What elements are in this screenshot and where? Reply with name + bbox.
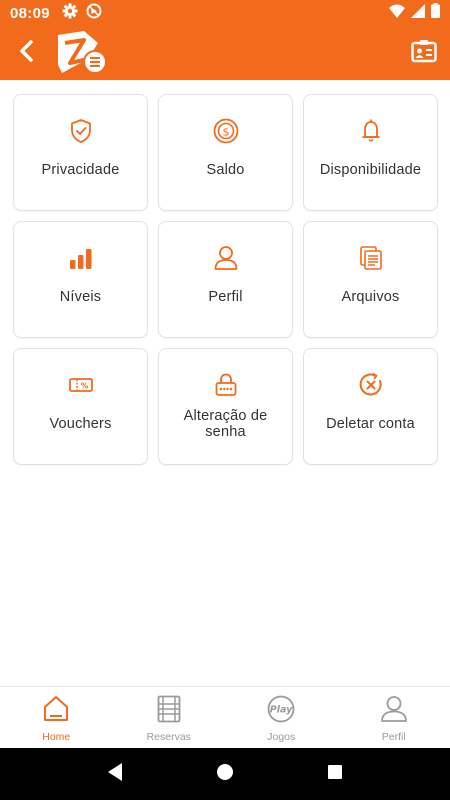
status-time: 08:09: [10, 4, 50, 22]
home-icon: [43, 695, 69, 728]
nav-reservas[interactable]: Reservas: [113, 687, 226, 748]
back-button[interactable]: [0, 26, 52, 80]
system-home-button[interactable]: [205, 754, 245, 794]
nav-label: Home: [42, 731, 71, 743]
nav-label: Perfil: [381, 731, 406, 743]
nav-home[interactable]: Home: [0, 687, 113, 748]
play-badge-text: Play: [270, 705, 293, 716]
tile-label: Privacidade: [41, 161, 120, 178]
recents-square-icon: [327, 764, 343, 785]
tile-label: Alteração de senha: [183, 407, 268, 440]
app-logo: [54, 28, 110, 78]
chevron-left-icon: [18, 39, 34, 67]
system-recents-button[interactable]: [315, 754, 355, 794]
tile-arquivos[interactable]: Arquivos: [303, 221, 438, 338]
tile-saldo[interactable]: $ Saldo: [158, 94, 293, 211]
play-badge-icon: Play: [267, 695, 295, 728]
wifi-icon: [389, 4, 405, 23]
tile-privacidade[interactable]: Privacidade: [13, 94, 148, 211]
tile-vouchers[interactable]: % Vouchers: [13, 348, 148, 465]
tile-label: Deletar conta: [326, 415, 415, 432]
tile-disponibilidade[interactable]: Disponibilidade: [303, 94, 438, 211]
bottom-nav: Home Reservas Play Jogos Perfil: [0, 686, 450, 748]
tile-niveis[interactable]: Níveis: [13, 221, 148, 338]
nav-label: Jogos: [267, 731, 296, 743]
tile-perfil[interactable]: Perfil: [158, 221, 293, 338]
tile-alteracao-de-senha[interactable]: Alteração de senha: [158, 348, 293, 465]
settings-grid: Privacidade $ Saldo Disponibilidade Níve…: [13, 94, 438, 465]
battery-icon: [431, 3, 440, 23]
app-bar: [0, 26, 450, 80]
tile-label: Arquivos: [341, 288, 400, 305]
nav-label: Reservas: [146, 731, 191, 743]
tile-label: Perfil: [208, 288, 243, 305]
tile-label: Disponibilidade: [319, 161, 422, 178]
system-back-button[interactable]: [95, 754, 135, 794]
no-sim-icon: [86, 3, 102, 24]
id-card-icon: [411, 39, 437, 68]
calendar-grid-icon: [157, 695, 181, 728]
nav-jogos[interactable]: Play Jogos: [225, 687, 338, 748]
tile-label: Saldo: [206, 161, 245, 178]
person-icon: [380, 695, 408, 728]
tile-deletar-conta[interactable]: Deletar conta: [303, 348, 438, 465]
gear-icon: [62, 3, 78, 24]
home-circle-icon: [216, 763, 234, 786]
signal-icon: [411, 3, 425, 23]
status-bar: 08:09: [0, 0, 450, 26]
back-triangle-icon: [106, 762, 124, 787]
tile-label: Níveis: [59, 288, 102, 305]
tile-label: Vouchers: [49, 415, 112, 432]
nav-perfil[interactable]: Perfil: [338, 687, 450, 748]
id-card-button[interactable]: [398, 26, 450, 80]
system-nav-bar: [0, 748, 450, 800]
